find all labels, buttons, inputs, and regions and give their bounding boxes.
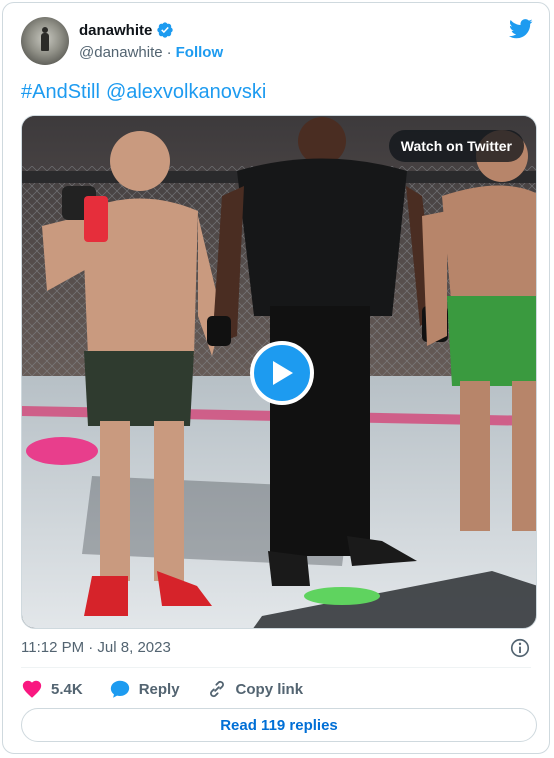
avatar[interactable] — [21, 17, 69, 65]
copy-link-button[interactable]: Copy link — [206, 678, 304, 700]
info-icon[interactable] — [509, 637, 531, 659]
separator: · — [166, 44, 172, 61]
follow-button[interactable]: Follow — [176, 44, 224, 61]
twitter-bird-icon[interactable] — [509, 19, 533, 39]
link-icon — [209, 680, 224, 698]
mention-link[interactable]: @alexvolkanovski — [106, 81, 266, 103]
reply-button[interactable]: Reply — [109, 678, 180, 700]
play-button[interactable] — [250, 341, 314, 405]
verified-badge-icon — [157, 22, 174, 38]
divider — [21, 667, 531, 668]
read-replies-button[interactable]: Read 119 replies — [21, 708, 537, 742]
reply-bubble-icon — [110, 680, 129, 698]
action-bar: 5.4K Reply Copy link — [21, 678, 329, 700]
tweet-timestamp[interactable]: 11:12 PM · Jul 8, 2023 — [21, 639, 171, 656]
copy-link-label: Copy link — [235, 680, 304, 698]
display-name[interactable]: danawhite — [79, 22, 152, 39]
like-count: 5.4K — [51, 680, 83, 698]
like-button[interactable]: 5.4K — [21, 678, 83, 700]
play-icon — [273, 361, 293, 385]
handle-row: @danawhite · Follow — [79, 44, 223, 61]
hashtag-link[interactable]: #AndStill — [21, 81, 100, 103]
video-player[interactable]: Watch on Twitter — [21, 115, 537, 629]
author-name-row: danawhite — [79, 21, 174, 39]
watch-on-twitter-button[interactable]: Watch on Twitter — [388, 130, 524, 162]
tweet-text: #AndStill @alexvolkanovski — [21, 81, 272, 104]
handle[interactable]: @danawhite — [79, 44, 163, 61]
heart-icon — [22, 680, 42, 698]
tweet-card: danawhite @danawhite · Follow #AndStill @… — [2, 2, 550, 754]
reply-label: Reply — [138, 680, 180, 698]
